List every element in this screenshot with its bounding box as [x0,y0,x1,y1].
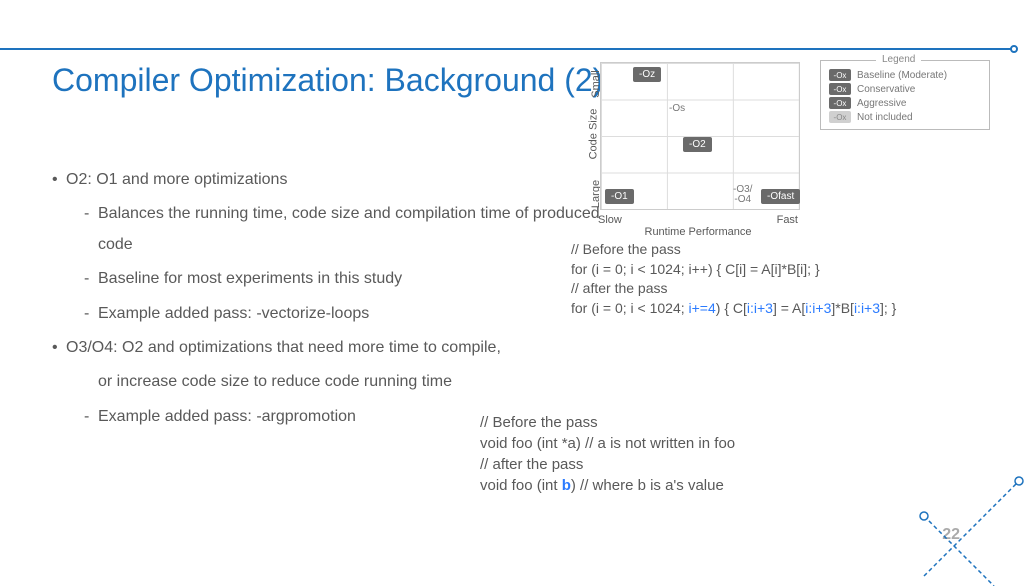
bullet-o2-baseline: Baseline for most experiments in this st… [52,264,612,294]
legend-row: -OxBaseline (Moderate) [829,69,981,81]
point-o2: -O2 [683,137,712,152]
point-o3o4: -O3/-O4 [727,183,758,207]
point-o1: -O1 [605,189,634,204]
bullet-o2-example: Example added pass: -vectorize-loops [52,299,612,329]
corner-decoration [914,466,1024,586]
x-axis: Slow Fast Runtime Performance [598,214,798,238]
point-ofast: -Ofast [761,189,800,204]
code-vectorize: // Before the pass for (i = 0; i < 1024;… [571,240,1021,318]
bullet-o3: O3/O4: O2 and optimizations that need mo… [52,333,612,363]
header-rule-dot [1010,45,1018,53]
point-oz: -Oz [633,67,661,82]
optimization-chart: Code Size Small Large -Oz -Os -O2 -O1 -O… [568,60,798,230]
bullet-o2: O2: O1 and more optimizations [52,165,612,195]
legend-row: -OxConservative [829,83,981,95]
bullet-list: O2: O1 and more optimizations Balances t… [52,165,612,436]
legend-row: -OxAggressive [829,97,981,109]
code-argpromotion: // Before the pass void foo (int *a) // … [480,412,940,496]
header-rule [0,48,1015,50]
chart-grid: -Oz -Os -O2 -O1 -O3/-O4 -Ofast [600,62,800,210]
y-axis-label: Code Size Small Large [586,60,598,210]
point-os: -Os [663,101,691,116]
legend-title: Legend [876,54,921,65]
chart-legend: Legend -OxBaseline (Moderate) -OxConserv… [820,60,990,130]
bullet-o3-cont: or increase code size to reduce code run… [52,367,612,397]
slide-title: Compiler Optimization: Background (2) [52,60,603,100]
bullet-o2-balance: Balances the running time, code size and… [52,199,612,260]
legend-row: -OxNot included [829,111,981,123]
